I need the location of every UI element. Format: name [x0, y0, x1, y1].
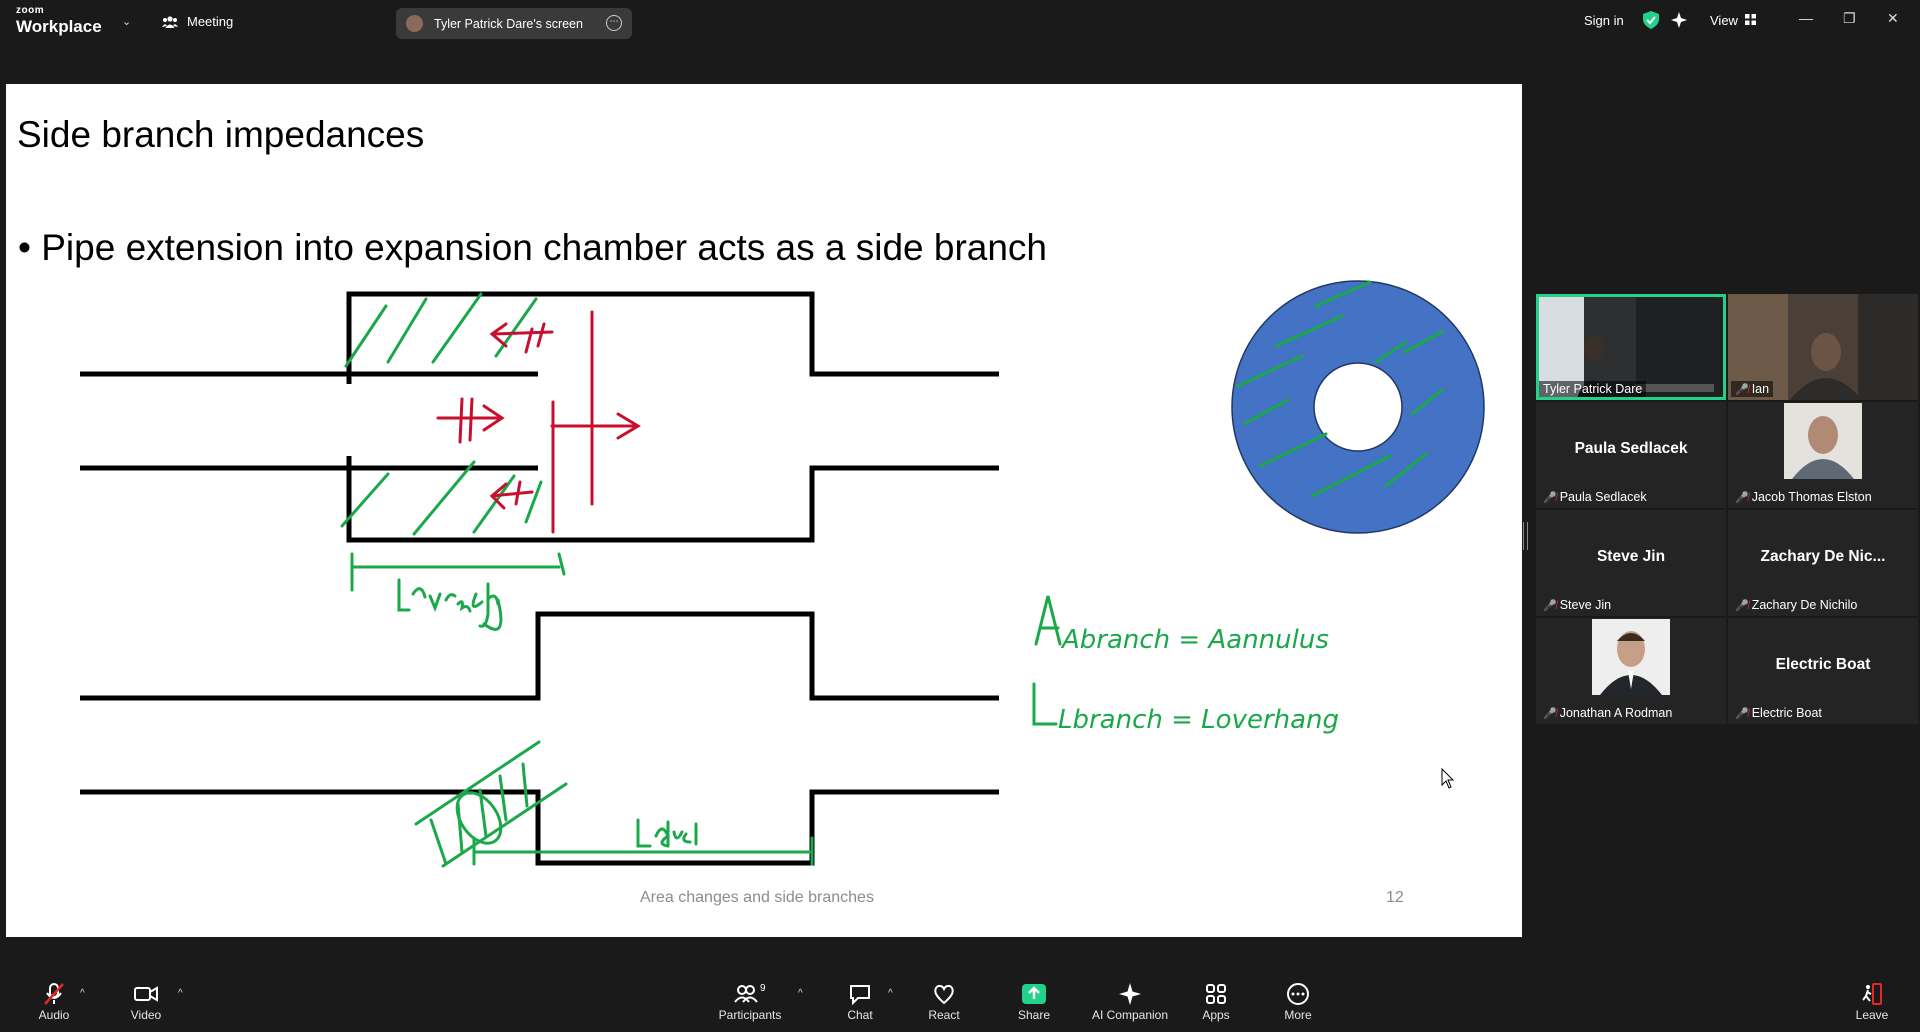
eq1-text: Abranch = Aannulus [1060, 625, 1329, 655]
more-label: More [1284, 1008, 1312, 1022]
split-drag-handle[interactable] [1523, 522, 1528, 550]
upper-muffler-outline [80, 291, 999, 543]
mic-muted-icon: 🎤̸ [1735, 491, 1749, 504]
participant-tile[interactable]: Steve Jin 🎤̸ Steve Jin [1536, 510, 1726, 616]
meeting-menu[interactable]: Meeting [162, 14, 233, 29]
apps-label: Apps [1202, 1008, 1230, 1022]
more-options-icon[interactable]: ⋯ [606, 15, 622, 31]
chat-button[interactable]: Chat [840, 982, 880, 1022]
participant-name: 🎤̸ Paula Sedlacek [1543, 490, 1647, 504]
slide-footer: Area changes and side branches [640, 889, 874, 906]
ai-sparkle-icon[interactable] [1671, 11, 1688, 28]
logo-line-1: zoom [16, 5, 45, 16]
apps-button[interactable]: Apps [1196, 982, 1236, 1022]
video-label: Video [130, 1008, 162, 1022]
participant-tile[interactable]: 🎤̸ Jacob Thomas Elston [1728, 402, 1918, 508]
video-button[interactable]: Video [126, 982, 166, 1022]
lower-duct-outline [80, 611, 999, 866]
shared-slide: Side branch impedances • Pipe extension … [6, 84, 1522, 937]
mouse-cursor-icon [1441, 768, 1455, 789]
participants-count: 9 [760, 983, 766, 994]
close-icon[interactable]: ✕ [1887, 10, 1899, 27]
video-camera-icon [134, 986, 158, 1002]
participants-label: Participants [718, 1008, 782, 1022]
share-label: Share [1017, 1008, 1051, 1022]
view-menu[interactable]: View [1710, 13, 1738, 28]
participants-button[interactable]: 9 Participants [716, 982, 784, 1022]
video-tile[interactable]: Tyler Patrick Dare [1536, 294, 1726, 400]
leave-label: Leave [1855, 1008, 1889, 1022]
chat-label: Chat [847, 1008, 873, 1022]
participant-name: 🎤̸ Ian [1731, 381, 1774, 397]
ai-sparkle-icon [1119, 983, 1141, 1005]
minimize-icon[interactable]: — [1799, 10, 1813, 26]
top-bar: zoom Workplace ⌄ Meeting Tyler Patrick D… [0, 0, 1920, 44]
shared-screen-label: Tyler Patrick Dare's screen [434, 16, 583, 31]
video-tile[interactable]: 🎤̸ Ian [1728, 294, 1918, 400]
participant-display-name: Paula Sedlacek [1574, 440, 1688, 457]
participant-photo [1784, 403, 1862, 479]
mic-muted-icon: 🎤̸ [1543, 491, 1557, 504]
shared-screen-pill[interactable]: Tyler Patrick Dare's screen ⋯ [396, 8, 632, 39]
participant-tile[interactable]: Zachary De Nic... 🎤̸ Zachary De Nichilo [1728, 510, 1918, 616]
chat-bubble-icon [850, 985, 870, 1006]
security-shield-icon[interactable] [1643, 11, 1659, 29]
participant-name: 🎤̸ Steve Jin [1543, 598, 1612, 612]
mic-muted-icon: 🎤̸ [1735, 707, 1749, 720]
chat-options-chevron-icon[interactable]: ^ [888, 988, 893, 999]
participant-tile[interactable]: 🎤̸ Jonathan A Rodman [1536, 618, 1726, 724]
audio-options-chevron-icon[interactable]: ^ [80, 988, 85, 999]
audio-button[interactable]: Audio [34, 982, 74, 1022]
sign-in-link[interactable]: Sign in [1584, 13, 1624, 28]
ai-companion-label: AI Companion [1091, 1008, 1169, 1022]
slide-page-number: 12 [1386, 889, 1404, 906]
leave-door-icon [1862, 983, 1882, 1005]
participant-name: 🎤̸ Jonathan A Rodman [1543, 706, 1673, 720]
apps-grid-icon [1206, 984, 1226, 1004]
participants-icon: 9 [734, 983, 766, 1003]
mic-muted-icon: 🎤̸ [1735, 383, 1749, 396]
participant-display-name: Electric Boat [1775, 656, 1871, 673]
participant-name: 🎤̸ Zachary De Nichilo [1735, 598, 1858, 612]
chevron-down-icon[interactable]: ⌄ [122, 15, 131, 28]
sharer-avatar [406, 15, 423, 32]
ai-companion-button[interactable]: AI Companion [1090, 982, 1170, 1022]
react-label: React [928, 1008, 960, 1022]
video-options-chevron-icon[interactable]: ^ [178, 988, 183, 999]
meeting-label: Meeting [187, 14, 234, 29]
mic-muted-icon: 🎤̸ [1543, 599, 1557, 612]
react-button[interactable]: React [924, 982, 964, 1022]
eq2-text: Lbranch = Loverhang [1058, 705, 1339, 735]
share-screen-icon [1022, 984, 1046, 1004]
participant-tile[interactable]: Electric Boat 🎤̸ Electric Boat [1728, 618, 1918, 724]
participant-tile[interactable]: Paula Sedlacek 🎤̸ Paula Sedlacek [1536, 402, 1726, 508]
red-ink-arrows [436, 310, 641, 534]
participant-name: Tyler Patrick Dare [1539, 381, 1647, 397]
participant-display-name: Steve Jin [1596, 548, 1666, 565]
mic-muted-icon: 🎤̸ [1543, 707, 1557, 720]
leave-button[interactable]: Leave [1852, 982, 1892, 1022]
muffler-diagram: Abranch = Aannulus Lbranch = Loverhang [80, 280, 1485, 868]
grid-view-icon[interactable] [1745, 14, 1756, 25]
zoom-workplace-logo[interactable]: zoom Workplace [16, 5, 102, 36]
more-button[interactable]: More [1278, 982, 1318, 1022]
participants-options-chevron-icon[interactable]: ^ [798, 988, 803, 999]
meeting-toolbar: Audio ^ Video ^ 9 Participants ^ Chat ^ … [0, 972, 1920, 1032]
more-dots-icon [1287, 983, 1309, 1005]
green-ink-annotations [340, 292, 814, 868]
audio-label: Audio [38, 1008, 70, 1022]
restore-icon[interactable]: ❐ [1843, 10, 1856, 27]
people-icon [162, 15, 178, 28]
participant-display-name: Zachary De Nic... [1760, 548, 1886, 565]
heart-icon [934, 984, 954, 1005]
handwritten-equations: Abranch = Aannulus Lbranch = Loverhang [1032, 595, 1339, 735]
annulus-cross-section [1231, 280, 1485, 534]
participant-name: 🎤̸ Jacob Thomas Elston [1735, 490, 1872, 504]
share-button[interactable]: Share [1014, 982, 1054, 1022]
participant-photo [1592, 619, 1670, 695]
mic-muted-icon: 🎤̸ [1735, 599, 1749, 612]
logo-line-2: Workplace [16, 17, 102, 36]
participant-name: 🎤̸ Electric Boat [1735, 706, 1822, 720]
mic-muted-icon [44, 983, 64, 1005]
